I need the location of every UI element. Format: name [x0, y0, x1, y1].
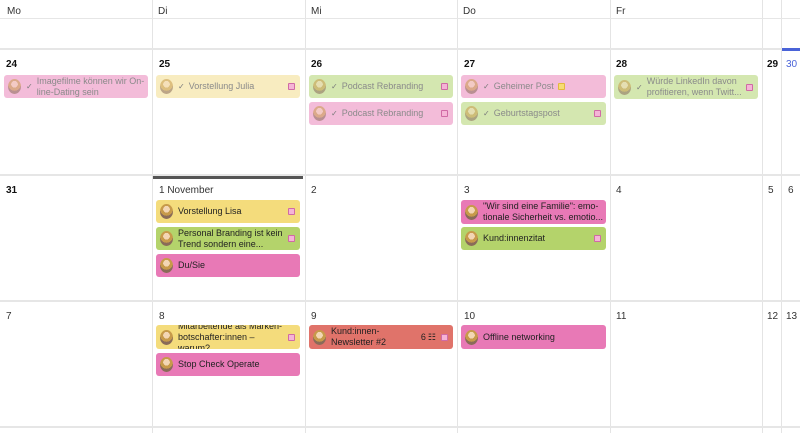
avatar: [160, 258, 173, 273]
check-icon: ✓: [331, 82, 338, 91]
event-title: Podcast Rebranding: [341, 108, 424, 118]
weekday-di: Di: [158, 6, 168, 17]
avatar: [313, 329, 326, 345]
check-icon: ✓: [483, 109, 490, 118]
day-number[interactable]: 1 November: [159, 185, 213, 196]
event-card[interactable]: Offline networking: [461, 325, 606, 349]
avatar: [160, 79, 173, 94]
avatar: [160, 231, 173, 246]
tag-square-icon: [288, 208, 295, 215]
event-title: Du/Sie: [178, 260, 206, 270]
check-icon: ✓: [331, 109, 338, 118]
day-number[interactable]: 26: [311, 59, 322, 70]
day-number[interactable]: 8: [159, 311, 165, 322]
weekday-mi: Mi: [311, 6, 322, 17]
day-number[interactable]: 9: [311, 311, 317, 322]
event-title: Mitarbeitende als Marken-botschafter:inn…: [178, 325, 283, 349]
avatar: [160, 357, 173, 372]
check-icon: ✓: [178, 82, 185, 91]
check-icon: ✓: [26, 82, 33, 91]
event-card[interactable]: Mitarbeitende als Marken-botschafter:inn…: [156, 325, 300, 349]
day-number[interactable]: 5: [768, 185, 774, 196]
tag-square-icon: [594, 110, 601, 117]
day-number-today[interactable]: 30: [786, 59, 797, 70]
event-title: Stop Check Operate: [178, 359, 260, 369]
event-title: Vorstellung Julia: [188, 81, 255, 91]
day-number[interactable]: 2: [311, 185, 317, 196]
event-card[interactable]: Du/Sie: [156, 254, 300, 277]
day-number[interactable]: 24: [6, 59, 17, 70]
tag-square-icon: [557, 83, 565, 90]
subtask-count: 6: [420, 331, 426, 342]
avatar: [313, 106, 326, 121]
avatar: [465, 329, 478, 345]
event-title: "Wir sind eine Familie": emo-tionale Sic…: [483, 201, 604, 222]
event-card[interactable]: ✓ Vorstellung Julia: [156, 75, 300, 98]
event-title: Offline networking: [483, 331, 555, 342]
day-number[interactable]: 7: [6, 311, 12, 322]
event-title: Imagefilme können wir On-line-Dating sei…: [36, 75, 145, 97]
subtask-icon: ☷: [427, 331, 436, 342]
avatar: [618, 79, 631, 95]
day-number[interactable]: 10: [464, 311, 475, 322]
day-number[interactable]: 25: [159, 59, 170, 70]
day-number[interactable]: 29: [767, 59, 778, 70]
event-card[interactable]: Vorstellung Lisa: [156, 200, 300, 223]
event-title: Geburtstagspost: [493, 108, 560, 118]
tag-square-icon: [288, 333, 295, 341]
avatar: [465, 231, 478, 246]
avatar: [465, 79, 478, 94]
event-card[interactable]: ✓ Podcast Rebranding: [309, 102, 453, 125]
day-number[interactable]: 27: [464, 59, 475, 70]
day-number[interactable]: 31: [6, 185, 17, 196]
event-title: Würde LinkedIn davon profitieren, wenn T…: [646, 76, 742, 97]
event-card[interactable]: ✓ Imagefilme können wir On-line-Dating s…: [4, 75, 148, 98]
check-icon: ✓: [483, 82, 490, 91]
event-title: Podcast Rebranding: [341, 81, 424, 91]
check-icon: ✓: [636, 82, 643, 92]
tag-square-icon: [746, 83, 753, 91]
month-start-indicator: [153, 176, 303, 179]
event-card[interactable]: ✓ Geburtstagspost: [461, 102, 606, 125]
event-card[interactable]: Kund:innen-Newsletter #2 6 ☷: [309, 325, 453, 349]
event-title: Kund:innenzitat: [483, 233, 546, 243]
weekday-fr: Fr: [616, 6, 626, 17]
day-number[interactable]: 11: [616, 311, 626, 322]
tag-square-icon: [441, 83, 448, 90]
avatar: [313, 79, 326, 94]
event-title: Vorstellung Lisa: [178, 206, 242, 216]
day-number[interactable]: 6: [788, 185, 794, 196]
avatar: [465, 106, 478, 121]
weekday-do: Do: [463, 6, 476, 17]
weekday-mo: Mo: [7, 6, 21, 17]
avatar: [160, 329, 173, 345]
day-number[interactable]: 12: [767, 311, 778, 322]
tag-square-icon: [441, 333, 448, 341]
event-card[interactable]: Kund:innenzitat: [461, 227, 606, 250]
day-number[interactable]: 3: [464, 185, 470, 196]
event-card[interactable]: "Wir sind eine Familie": emo-tionale Sic…: [461, 200, 606, 224]
event-title: Kund:innen-Newsletter #2: [331, 326, 387, 347]
today-indicator: [782, 48, 800, 51]
avatar: [8, 79, 21, 94]
tag-square-icon: [441, 110, 448, 117]
event-card[interactable]: ✓ Podcast Rebranding: [309, 75, 453, 98]
event-card[interactable]: Stop Check Operate: [156, 353, 300, 376]
day-number[interactable]: 4: [616, 185, 622, 196]
event-card[interactable]: ✓ Geheimer Post: [461, 75, 606, 98]
event-card[interactable]: Personal Branding ist kein Trend sondern…: [156, 227, 300, 250]
event-card[interactable]: ✓ Würde LinkedIn davon profitieren, wenn…: [614, 75, 758, 99]
avatar: [160, 204, 173, 219]
tag-square-icon: [288, 235, 295, 242]
tag-square-icon: [594, 235, 601, 242]
day-number[interactable]: 13: [786, 311, 797, 322]
avatar: [465, 204, 478, 220]
tag-square-icon: [288, 83, 295, 90]
day-number[interactable]: 28: [616, 59, 627, 70]
event-title: Personal Branding ist kein Trend sondern…: [178, 227, 283, 249]
event-title: Geheimer Post: [493, 81, 554, 91]
